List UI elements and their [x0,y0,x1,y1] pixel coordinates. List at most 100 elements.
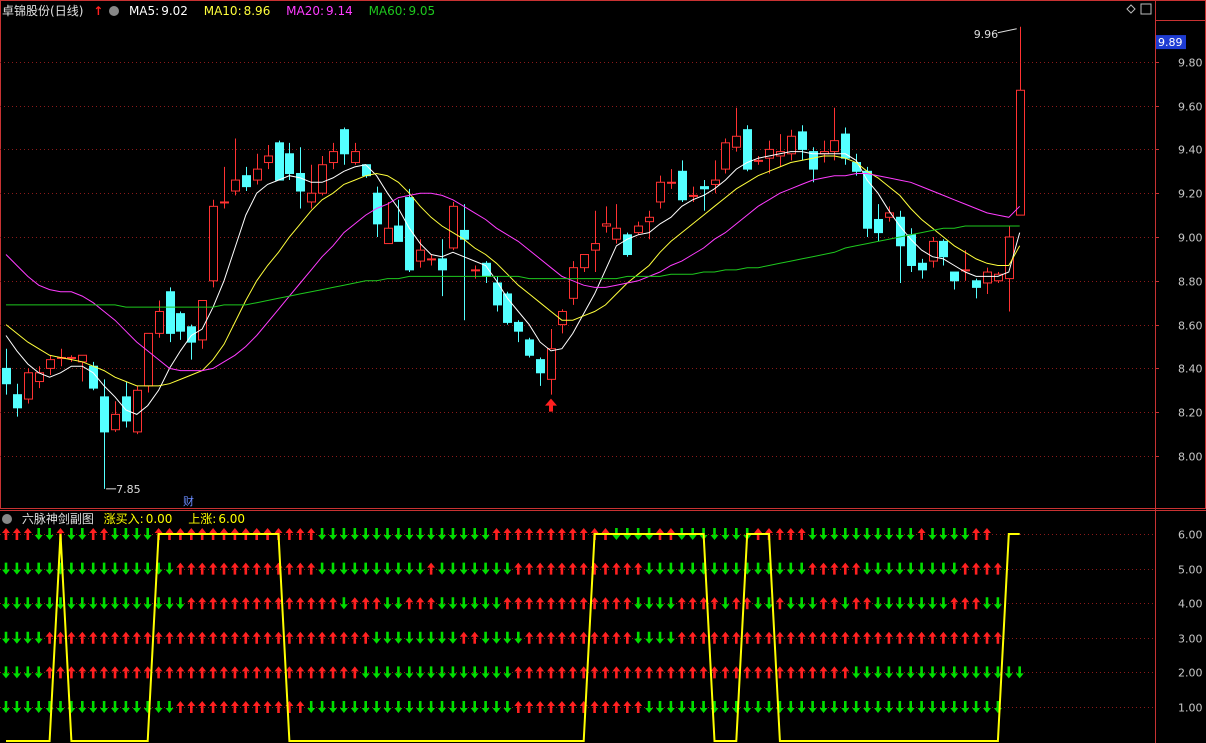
signal-up-arrow [939,631,948,644]
signal-up-arrow [274,666,283,679]
signal-up-arrow [209,666,218,679]
signal-up-arrow [176,666,185,679]
candle-down [13,394,22,409]
signal-up-arrow [78,631,87,644]
signal-down-arrow [111,562,119,575]
signal-up-arrow [645,666,654,679]
signal-up-arrow [972,597,981,610]
signal-down-arrow [34,701,43,713]
signal-up-arrow [285,562,294,575]
signal-down-arrow [383,562,392,575]
signal-up-arrow [263,631,272,644]
signal-down-arrow [448,666,457,679]
signal-up-arrow [688,597,697,610]
signal-down-arrow [394,701,403,713]
signal-down-arrow [830,528,839,540]
signal-up-arrow [808,562,817,575]
signal-up-arrow [318,631,327,644]
candle-down [242,175,251,188]
signal-down-arrow [972,666,981,679]
candle-down [296,172,305,192]
signal-down-arrow [56,701,65,713]
high-pointer-line [997,28,1017,34]
signal-up-arrow [775,631,784,644]
signal-up-arrow [132,666,141,679]
finance-marker: 财 [183,494,194,508]
candle-down [405,197,414,271]
candle-up [830,140,839,153]
candle-down [536,359,545,374]
signal-up-arrow [154,666,163,679]
signal-up-arrow [884,631,893,644]
signal-up-arrow [525,631,534,644]
signal-down-arrow [884,562,893,575]
signal-up-arrow [67,631,76,644]
candle-up [264,155,273,164]
signal-down-arrow [339,528,348,540]
signal-down-arrow [329,528,337,540]
candle-down [841,133,850,159]
signal-up-arrow [590,666,599,679]
signal-down-arrow [372,528,381,540]
signal-up-arrow [895,631,904,644]
panel-toggle-icon [1140,3,1152,15]
signal-down-arrow [438,562,446,575]
signal-up-arrow [732,597,741,610]
signal-down-arrow [470,666,479,679]
signal-up-arrow [830,631,839,644]
signal-down-arrow [448,528,457,540]
signal-down-arrow [361,562,370,575]
signal-down-arrow [884,597,893,610]
signal-up-arrow [547,631,555,644]
signal-down-arrow [732,528,741,540]
candle-down [700,186,709,190]
candle-up [645,216,654,223]
stock-chart[interactable]: 9.80 9.60 9.40 9.20 9.00 8.80 8.60 8.40 8.20 8.00… [0,0,1206,743]
signal-down-arrow [666,631,675,644]
signal-up-arrow [590,631,599,644]
high-price-label: 9.96 [974,28,999,41]
signal-up-arrow [568,562,577,575]
signal-up-arrow [743,631,752,644]
signal-up-arrow [819,562,828,575]
candle-down [2,367,11,385]
candle-up [24,372,33,400]
signal-down-arrow [863,562,872,575]
signal-down-arrow [2,562,10,575]
signal-up-arrow [536,528,545,540]
signal-up-arrow [874,631,882,644]
candle-down [896,216,905,247]
signal-down-arrow [34,666,43,679]
signal-down-arrow [884,701,893,713]
signal-axis-label: 1.00 [1178,702,1203,715]
signal-down-arrow [645,562,654,575]
candle-down [275,142,284,181]
signal-down-arrow [666,562,675,575]
signal-down-arrow [928,528,937,540]
candle-down [122,396,131,422]
candle-down [525,339,534,356]
signal-down-arrow [78,597,87,610]
signal-up-arrow [296,666,305,679]
signal-down-arrow [503,631,512,644]
candle-up [569,267,578,299]
signal-down-arrow [928,597,937,610]
signal-down-arrow [492,631,501,644]
price-axis-label: 8.20 [1178,407,1203,420]
signal-down-arrow [416,666,425,679]
candle-up [689,194,698,197]
signal-down-arrow [852,528,861,540]
signal-up-arrow [710,597,719,610]
signal-up-arrow [830,562,839,575]
signal-up-arrow [514,528,523,540]
signal-up-arrow [928,631,937,644]
candle-up [307,192,316,203]
signal-down-arrow [786,562,795,575]
signal-up-arrow [863,631,872,644]
signal-up-arrow [623,631,632,644]
candle-down [678,170,687,201]
signal-up-arrow [917,631,926,644]
signal-up-arrow [220,701,228,713]
signal-down-arrow [514,631,523,644]
signal-up-arrow [754,631,763,644]
